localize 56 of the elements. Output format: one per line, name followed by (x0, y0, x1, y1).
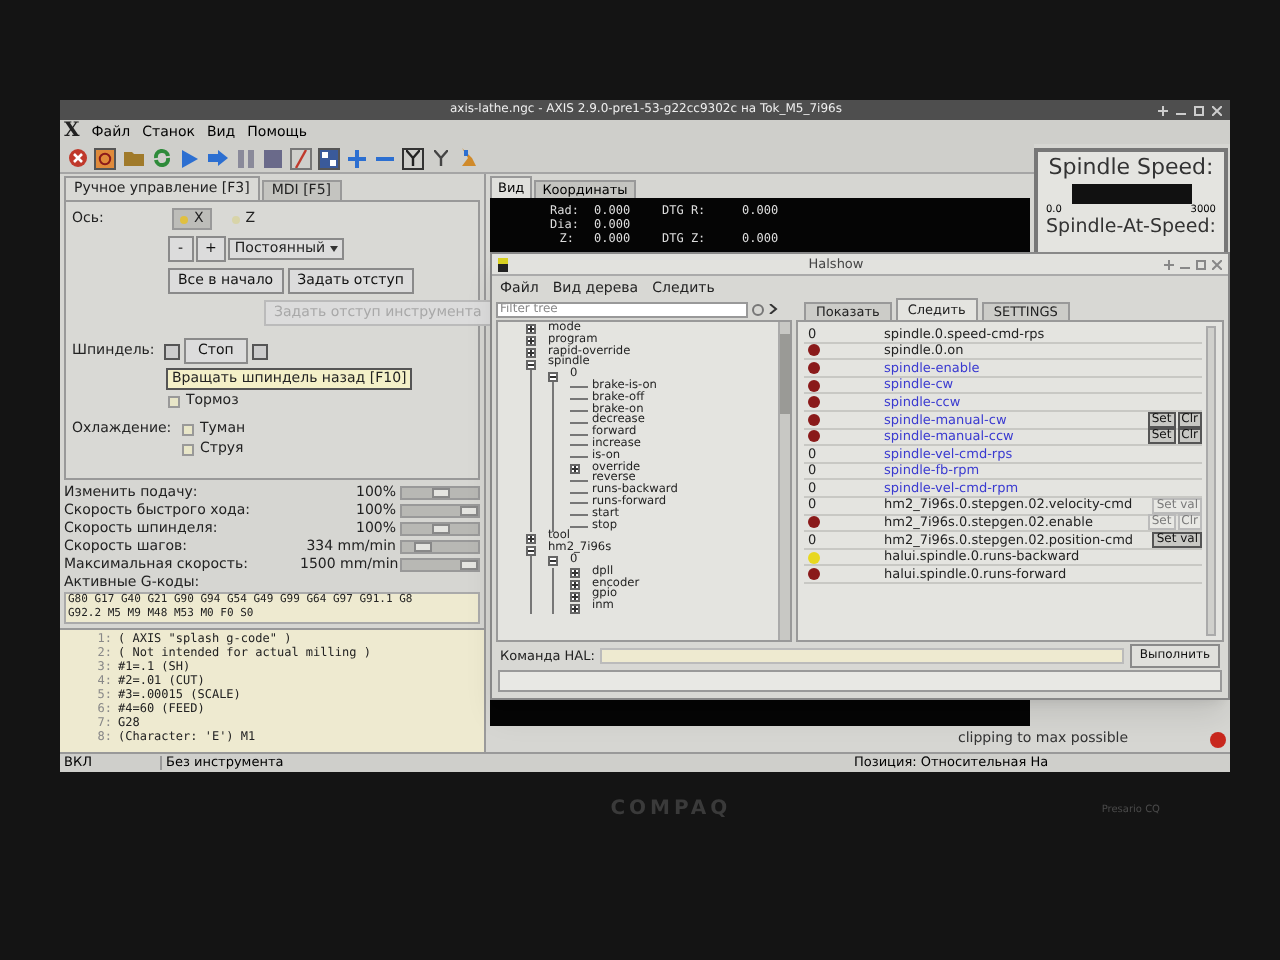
expand-icon[interactable] (570, 579, 580, 590)
maximize-icon[interactable] (1194, 105, 1204, 115)
slider-track[interactable] (400, 486, 480, 500)
plus-icon[interactable] (346, 147, 368, 169)
expand-icon[interactable] (570, 591, 580, 602)
checkbox[interactable] (168, 395, 180, 407)
scrollbar[interactable] (1206, 326, 1216, 636)
spindle-forward-icon[interactable] (251, 343, 268, 359)
close-icon[interactable] (1212, 105, 1222, 115)
spindle-speed-title: Spindle Speed: (1048, 156, 1214, 178)
slider-track[interactable] (400, 558, 480, 572)
close-icon[interactable] (1212, 259, 1222, 269)
slider-track[interactable] (400, 522, 480, 536)
slider-track[interactable] (400, 540, 480, 554)
expand-icon[interactable] (570, 568, 580, 579)
skip-icon[interactable] (290, 147, 312, 169)
slider-track[interactable] (400, 504, 480, 518)
app-icon (498, 257, 508, 271)
command-field[interactable] (600, 648, 1124, 664)
chevron-icon[interactable] (768, 304, 778, 314)
slider-thumb[interactable] (413, 542, 432, 552)
spindle-at-speed-title: Spindle-At-Speed: (1046, 218, 1216, 237)
slider-thumb[interactable] (460, 560, 478, 570)
slider-thumb[interactable] (431, 488, 449, 498)
expand-icon[interactable] (570, 603, 580, 614)
tool-icon[interactable] (458, 147, 480, 169)
scrollbar[interactable] (778, 322, 790, 640)
slider-thumb[interactable] (460, 506, 478, 516)
maximize-icon[interactable] (1196, 259, 1206, 269)
expand-icon[interactable] (570, 463, 580, 474)
stop-icon[interactable] (262, 147, 284, 169)
view-y-icon[interactable] (430, 147, 452, 169)
app-logo: X (64, 122, 80, 142)
reload-icon[interactable] (150, 147, 172, 169)
expand-icon[interactable] (526, 533, 536, 544)
clear-icon[interactable] (752, 303, 764, 315)
grid-icon[interactable] (318, 147, 340, 169)
error-icon (1210, 731, 1226, 747)
collapse-icon[interactable] (548, 371, 558, 382)
slider-thumb[interactable] (431, 524, 449, 534)
checkbox[interactable] (182, 443, 194, 455)
expand-icon[interactable] (526, 347, 536, 358)
collapse-icon[interactable] (548, 556, 558, 567)
collapse-icon[interactable] (526, 545, 536, 556)
spindle-reverse-icon[interactable] (164, 343, 180, 359)
collapse-icon[interactable] (526, 359, 536, 370)
caret-icon (329, 246, 338, 252)
step-icon[interactable] (206, 147, 228, 169)
view-y-icon[interactable] (402, 147, 424, 169)
power-icon[interactable] (94, 147, 116, 169)
expand-icon[interactable] (526, 324, 536, 335)
estop-icon[interactable] (66, 147, 88, 169)
expand-icon[interactable] (526, 336, 536, 347)
checkbox[interactable] (182, 423, 194, 435)
pause-icon[interactable] (234, 147, 256, 169)
speed-bar (1071, 184, 1191, 204)
